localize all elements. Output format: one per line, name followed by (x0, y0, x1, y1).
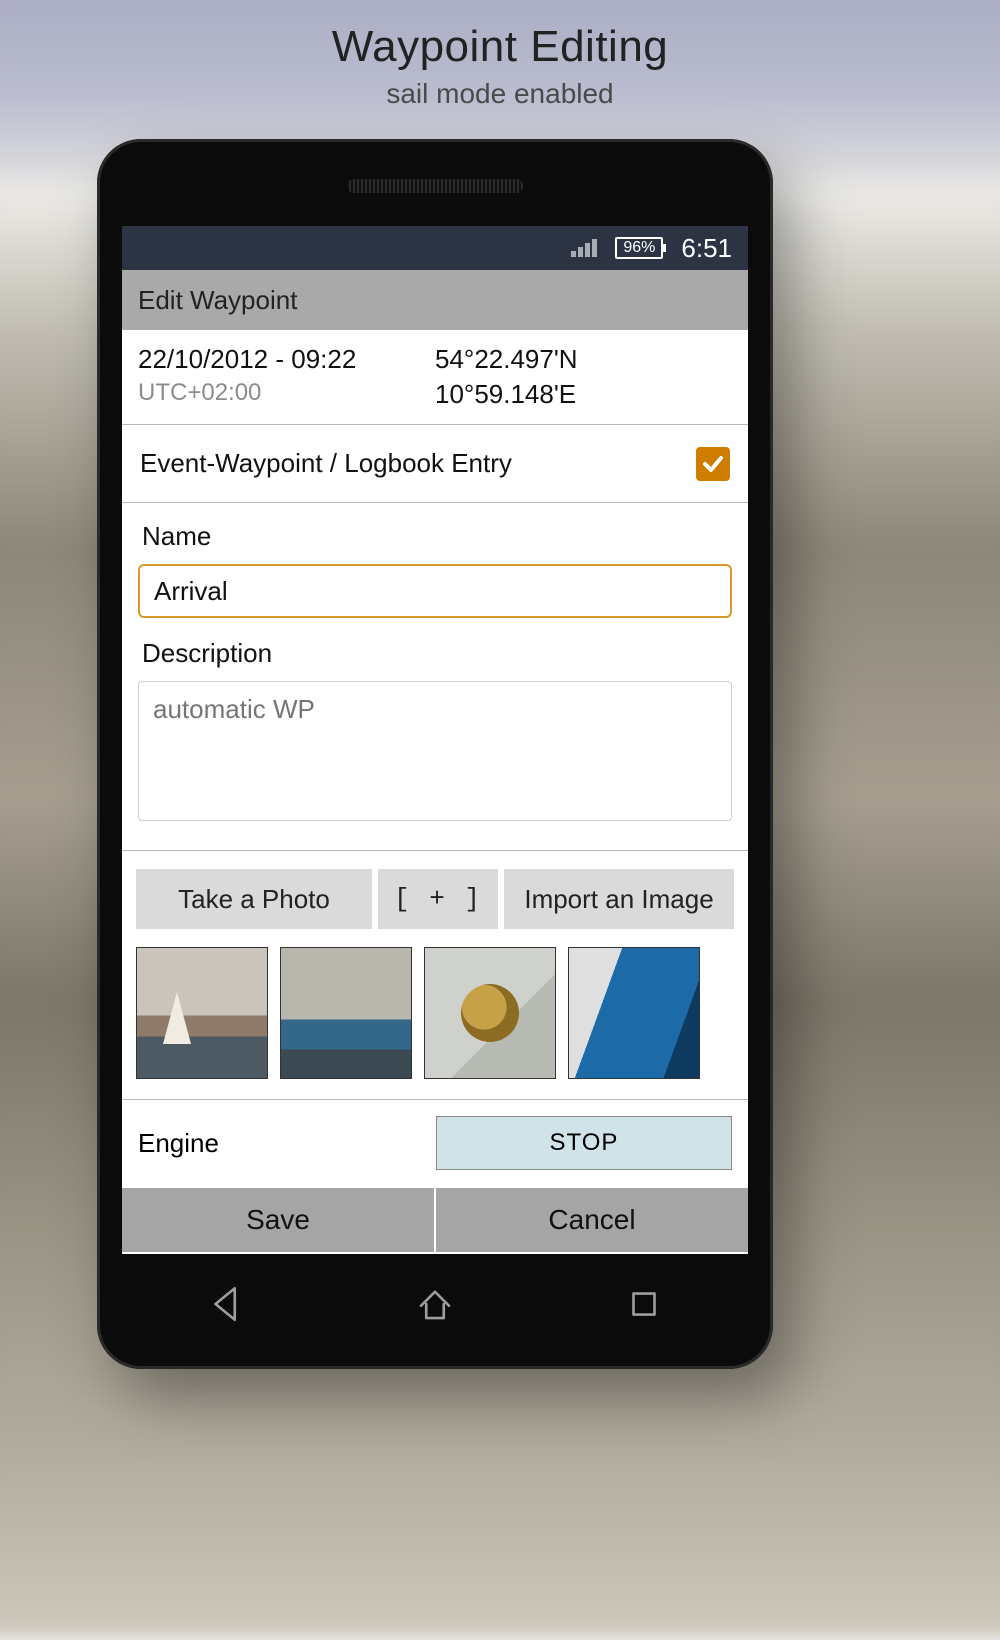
take-photo-button[interactable]: Take a Photo (136, 869, 372, 929)
photo-thumbnail[interactable] (280, 947, 412, 1079)
engine-row: Engine STOP (122, 1100, 748, 1188)
screen: 96% 6:51 Edit Waypoint 22/10/2012 - 09:2… (122, 226, 748, 1254)
clock: 6:51 (681, 233, 732, 264)
waypoint-info: 22/10/2012 - 09:22 UTC+02:00 54°22.497'N… (122, 330, 748, 425)
app-title: Edit Waypoint (138, 285, 297, 316)
add-photo-button[interactable]: [ + ] (378, 869, 498, 929)
home-icon[interactable] (414, 1283, 456, 1325)
name-label: Name (142, 521, 728, 552)
event-checkbox[interactable] (696, 447, 730, 481)
android-nav-bar (122, 1269, 748, 1339)
earpiece (347, 179, 523, 193)
status-bar: 96% 6:51 (122, 226, 748, 270)
cancel-button[interactable]: Cancel (434, 1188, 748, 1252)
page-title: Waypoint Editing (0, 22, 1000, 72)
battery-icon: 96% (615, 237, 663, 259)
save-button[interactable]: Save (122, 1188, 434, 1252)
event-toggle-row[interactable]: Event-Waypoint / Logbook Entry (122, 425, 748, 503)
waypoint-longitude: 10°59.148'E (435, 379, 732, 410)
back-icon[interactable] (205, 1283, 247, 1325)
recent-apps-icon[interactable] (623, 1283, 665, 1325)
engine-label: Engine (138, 1128, 219, 1159)
action-bar: Save Cancel (122, 1188, 748, 1252)
page-heading: Waypoint Editing sail mode enabled (0, 22, 1000, 110)
import-image-button[interactable]: Import an Image (504, 869, 734, 929)
photo-section: Take a Photo [ + ] Import an Image (122, 851, 748, 1100)
description-label: Description (142, 638, 728, 669)
form-section: Name Description (122, 503, 748, 851)
signal-icon (571, 239, 597, 257)
photo-thumbnail[interactable] (136, 947, 268, 1079)
description-input[interactable] (138, 681, 732, 821)
photo-thumbnail[interactable] (424, 947, 556, 1079)
check-icon (701, 452, 725, 476)
waypoint-timezone: UTC+02:00 (138, 379, 435, 407)
event-toggle-label: Event-Waypoint / Logbook Entry (140, 448, 512, 479)
photo-thumbnail[interactable] (568, 947, 700, 1079)
engine-stop-button[interactable]: STOP (436, 1116, 732, 1170)
app-title-bar: Edit Waypoint (122, 270, 748, 330)
name-input[interactable] (138, 564, 732, 618)
waypoint-datetime: 22/10/2012 - 09:22 (138, 344, 435, 375)
waypoint-latitude: 54°22.497'N (435, 344, 732, 375)
phone-frame: 96% 6:51 Edit Waypoint 22/10/2012 - 09:2… (97, 139, 773, 1369)
page-subtitle: sail mode enabled (0, 78, 1000, 110)
